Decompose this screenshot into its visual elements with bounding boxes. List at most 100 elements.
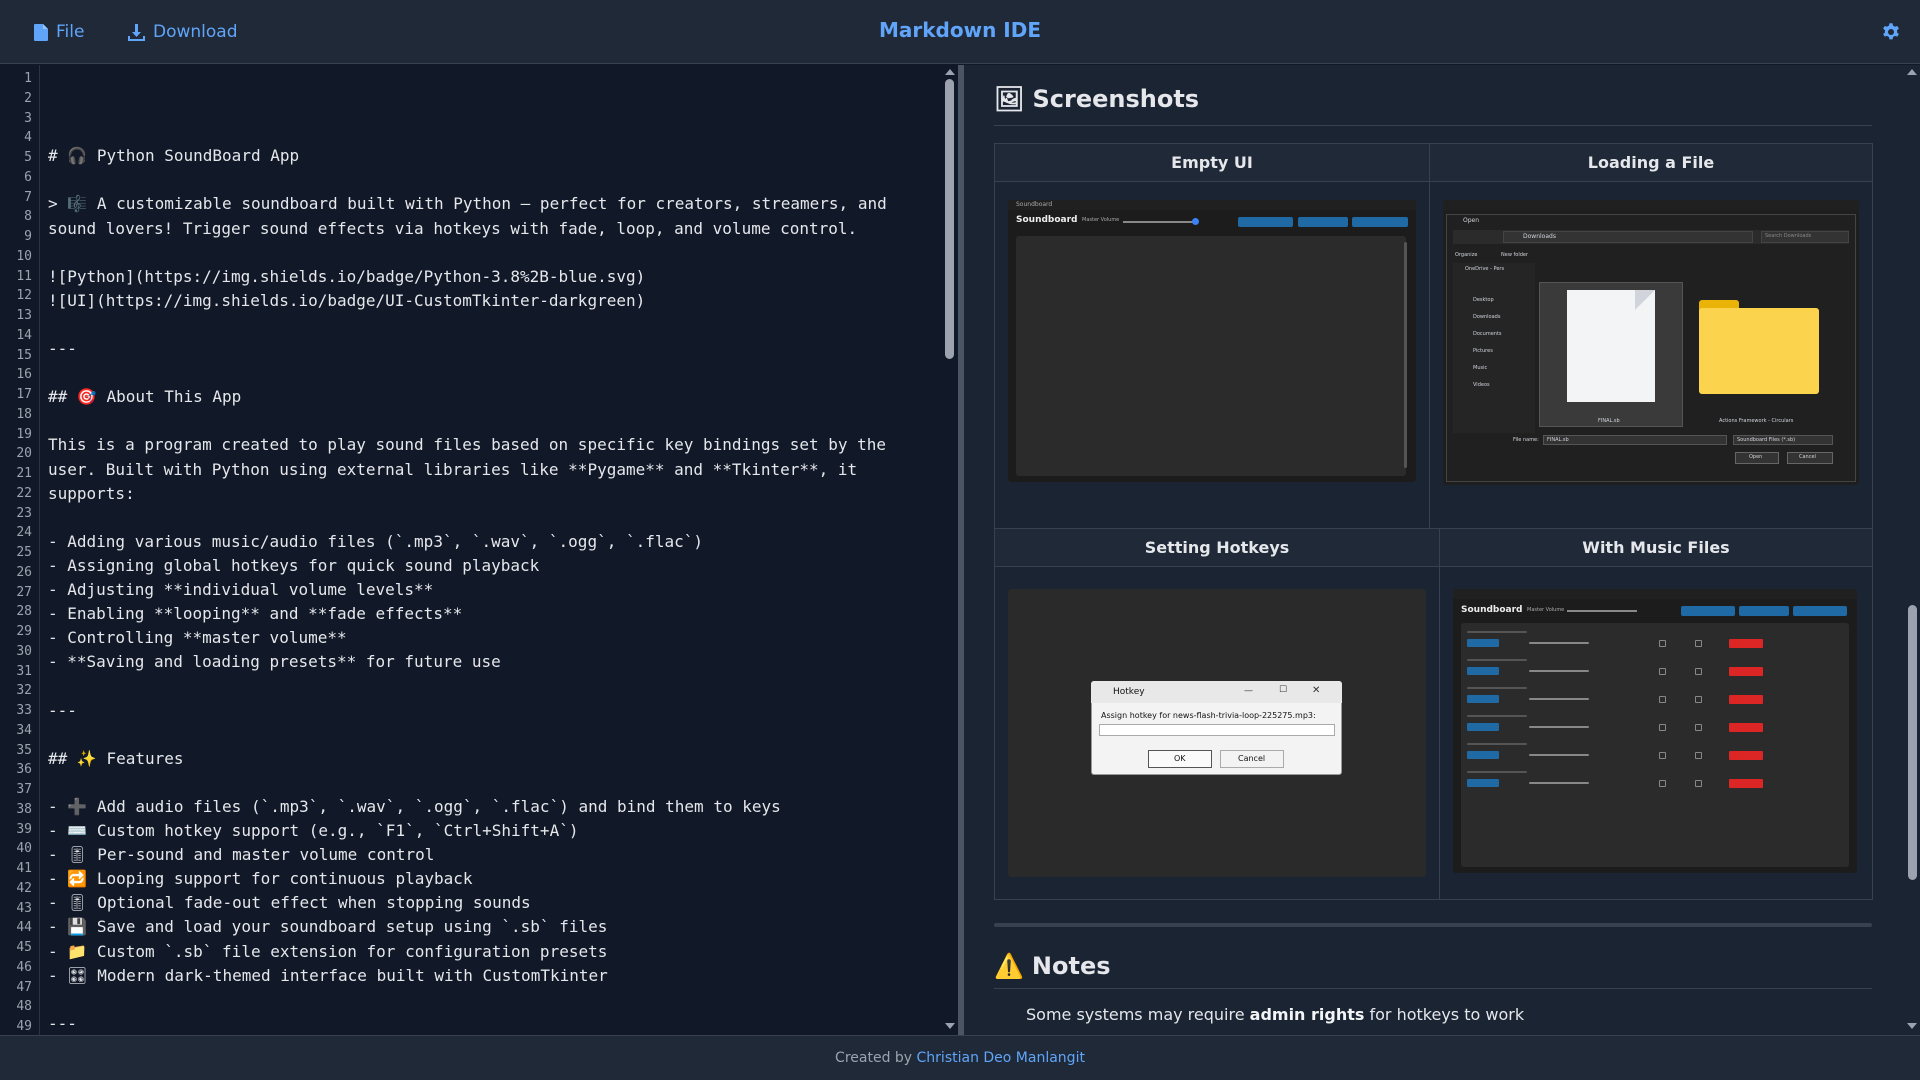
line-number: 17 — [16, 387, 32, 402]
code-line[interactable]: - 🎛 Modern dark-themed interface built w… — [48, 964, 608, 988]
music-row-part — [1529, 782, 1589, 784]
line-number: 1 — [24, 71, 32, 86]
line-number: 21 — [16, 466, 32, 481]
scroll-up-arrow[interactable] — [945, 69, 955, 75]
table-header-with-music-files: With Music Files — [1439, 528, 1873, 567]
file-button[interactable]: File — [34, 19, 84, 45]
download-icon — [128, 23, 145, 41]
line-number: 41 — [16, 861, 32, 876]
line-number: 20 — [16, 446, 32, 462]
author-link[interactable]: Christian Deo Manlangit — [917, 1050, 1085, 1066]
line-number: 19 — [16, 426, 32, 442]
code-line[interactable]: ## 🎯 About This App — [48, 385, 241, 409]
code-line[interactable]: --- — [48, 1012, 77, 1035]
code-line[interactable]: ## ✨ Features — [48, 747, 184, 771]
heading-rule — [994, 125, 1872, 126]
code-line[interactable]: - **Saving and loading presets** for fut… — [48, 650, 501, 674]
code-line[interactable]: # 🎧 Python SoundBoard App — [48, 144, 299, 168]
screenshots-heading: 🖼 Screenshots — [994, 85, 1199, 113]
notes-rule — [994, 988, 1872, 989]
notes-heading-text: Notes — [1031, 952, 1111, 980]
music-row-part — [1695, 724, 1702, 731]
music-row-part — [1659, 780, 1666, 787]
line-number: 47 — [16, 979, 32, 995]
gear-icon[interactable] — [1880, 21, 1902, 43]
code-line[interactable]: > 🎼 A customizable soundboard built with… — [48, 192, 887, 216]
markdown-editor[interactable]: 1 2 3 4 5 6 7 8 9 10 11 12 13 14 15 16 17 18 19 20 21 22 23 24 2… — [0, 65, 960, 1035]
code-line[interactable]: - ➕ Add audio files (`.mp3`, `.wav`, `.o… — [48, 795, 781, 819]
code-line[interactable]: - 🔁 Looping support for continuous playb… — [48, 867, 473, 891]
line-number: 9 — [24, 229, 32, 244]
line-number: 32 — [16, 683, 32, 699]
music-row-part — [1467, 667, 1499, 675]
file-button-label: File — [56, 22, 85, 42]
code-line[interactable]: supports: — [48, 482, 135, 506]
code-line[interactable]: - ⌨️ Custom hotkey support (e.g., `F1`, … — [48, 819, 578, 843]
line-number: 5 — [24, 150, 32, 165]
music-row-part — [1729, 751, 1763, 760]
preview-scroll-down-arrow[interactable] — [1907, 1023, 1917, 1029]
music-row-part — [1467, 751, 1499, 759]
code-line[interactable]: - 📁 Custom `.sb` file extension for conf… — [48, 940, 607, 964]
line-number: 7 — [24, 189, 32, 205]
line-number: 11 — [16, 268, 32, 284]
line-number: 28 — [16, 604, 32, 620]
line-number: 12 — [16, 288, 32, 304]
code-line[interactable]: user. Built with Python using external l… — [48, 458, 857, 482]
music-row-part — [1729, 667, 1763, 676]
preview-scroll-up-arrow[interactable] — [1907, 69, 1917, 75]
line-number: 4 — [24, 130, 32, 146]
code-line[interactable]: This is a program created to play sound … — [48, 433, 886, 457]
markdown-preview: 🖼 Screenshots Empty UI Loading a File So… — [964, 65, 1920, 1035]
preview-scroll-thumb[interactable] — [1908, 605, 1917, 880]
line-number: 34 — [16, 722, 32, 738]
note-item: Some systems may require admin rights fo… — [1026, 1005, 1525, 1024]
music-row-part — [1659, 724, 1666, 731]
code-line[interactable]: ![Python](https://img.shields.io/badge/P… — [48, 265, 645, 289]
line-number: 16 — [16, 367, 32, 383]
code-line[interactable]: - Controlling **master volume** — [48, 626, 347, 650]
download-button[interactable]: Download — [128, 19, 238, 45]
code-line[interactable]: sound lovers! Trigger sound effects via … — [48, 217, 857, 241]
music-row-part — [1695, 640, 1702, 647]
line-number: 46 — [16, 959, 32, 975]
code-line[interactable]: ![UI](https://img.shields.io/badge/UI-Cu… — [48, 289, 645, 313]
code-area[interactable]: # 🎧 Python SoundBoard App > 🎼 A customiza… — [48, 65, 938, 1035]
line-number: 45 — [16, 940, 32, 955]
editor-scroll-thumb[interactable] — [945, 79, 954, 359]
table-header-setting-hotkeys: Setting Hotkeys — [994, 528, 1440, 567]
with-music-files-image: Soundboard Master Volume — [1453, 589, 1857, 873]
music-row-part — [1467, 687, 1527, 689]
editor-scrollbar[interactable] — [942, 65, 958, 1035]
line-number: 42 — [16, 880, 32, 896]
line-number: 39 — [16, 821, 32, 837]
code-line[interactable]: --- — [48, 699, 77, 723]
code-line[interactable]: - Enabling **looping** and **fade effect… — [48, 602, 462, 626]
download-button-label: Download — [153, 22, 238, 42]
line-number: 3 — [24, 110, 32, 126]
scroll-down-arrow[interactable] — [945, 1023, 955, 1029]
table-header-empty-ui: Empty UI — [994, 143, 1430, 182]
line-number: 26 — [16, 564, 32, 580]
line-number: 38 — [16, 801, 32, 817]
music-row-part — [1467, 779, 1499, 787]
music-row-part — [1529, 698, 1589, 700]
music-row-part — [1659, 752, 1666, 759]
code-line[interactable]: - 💾 Save and load your soundboard setup … — [48, 915, 607, 939]
code-line[interactable]: - 🎚 Per-sound and master volume control — [48, 843, 434, 867]
code-line[interactable]: - Assigning global hotkeys for quick sou… — [48, 554, 539, 578]
music-row-part — [1729, 695, 1763, 704]
music-row-part — [1659, 668, 1666, 675]
cell-setting-hotkeys: Hotkey — ☐ ✕ Assign hotkey for news-flas… — [994, 566, 1440, 900]
line-number: 25 — [16, 545, 32, 560]
cell-loading-file: Open Downloads Search Downloads Organize… — [1429, 181, 1873, 530]
empty-ui-image: Soundboard Soundboard Master Volume — [1008, 200, 1416, 482]
code-line[interactable]: - 🎚 Optional fade-out effect when stoppi… — [48, 891, 531, 915]
line-number: 10 — [16, 248, 32, 264]
code-line[interactable]: - Adding various music/audio files (`.mp… — [48, 530, 703, 554]
preview-scrollbar[interactable] — [1904, 65, 1920, 1035]
line-number: 23 — [16, 505, 32, 521]
code-line[interactable]: --- — [48, 337, 77, 361]
music-row-part — [1467, 743, 1527, 745]
code-line[interactable]: - Adjusting **individual volume levels** — [48, 578, 433, 602]
